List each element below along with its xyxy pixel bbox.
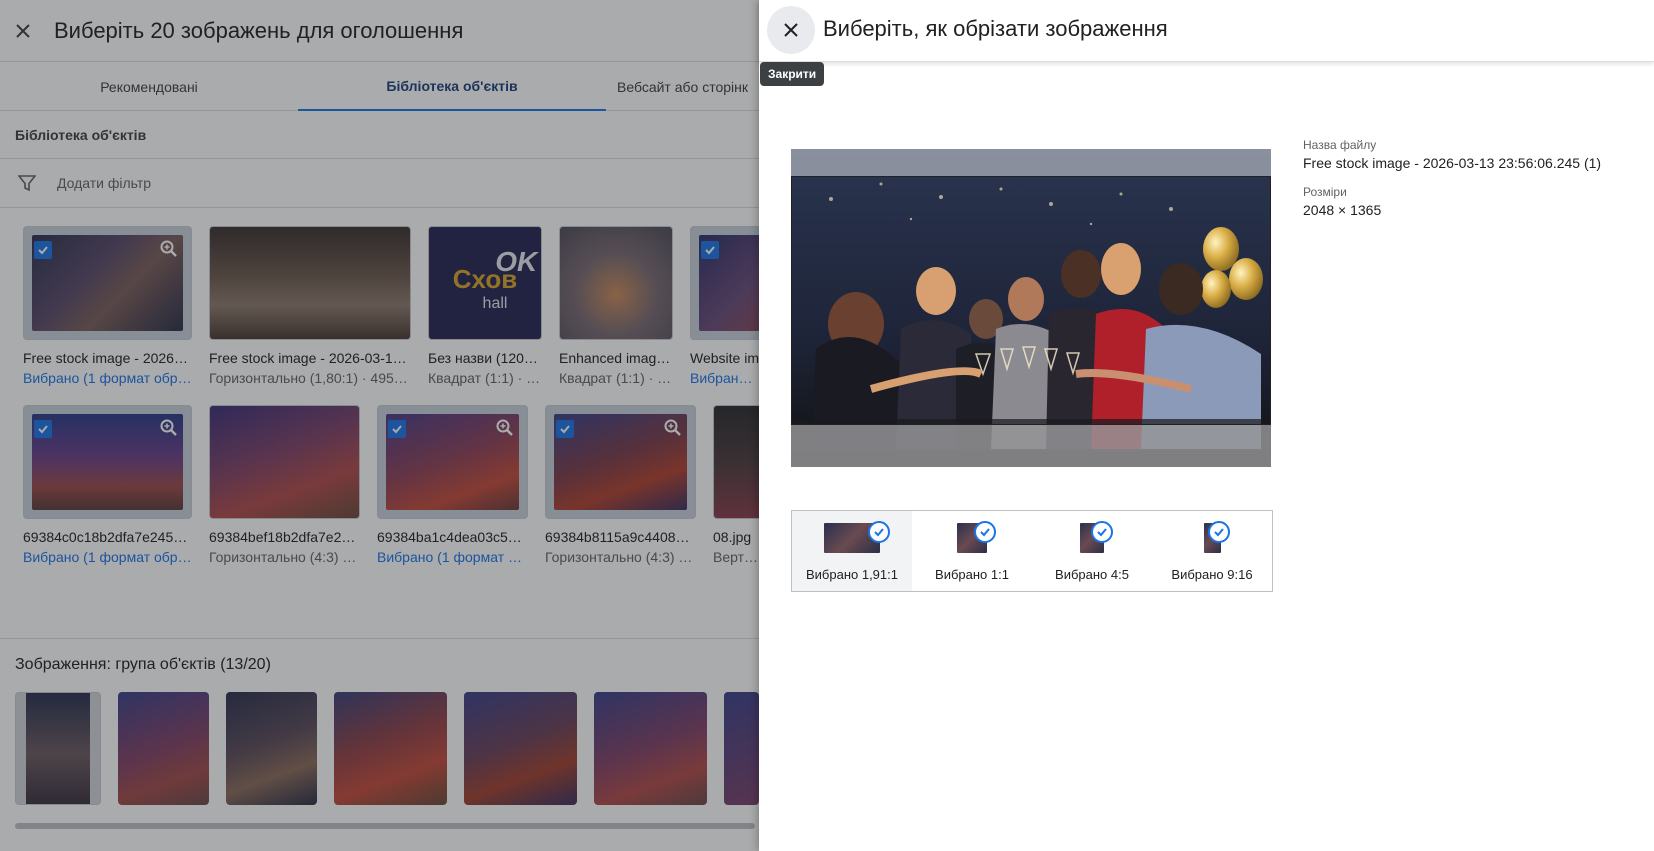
modal-scrim (0, 0, 759, 851)
file-name: Free stock image - 2026-03-13 23:56:06.2… (1303, 155, 1602, 171)
format-option-1-91-1[interactable]: Вибрано 1,91:1 (792, 511, 912, 591)
close-button[interactable] (767, 6, 815, 54)
dimensions-label: Розміри (1303, 185, 1347, 199)
format-option-4-5[interactable]: Вибрано 4:5 (1032, 511, 1152, 591)
close-tooltip: Закрити (760, 62, 825, 86)
dialog-header: Виберіть, як обрізати зображення (759, 0, 1654, 62)
format-label: Вибрано 1:1 (935, 567, 1009, 582)
file-name-label: Назва файлу (1303, 138, 1377, 152)
crop-frame[interactable] (791, 176, 1271, 425)
crop-mask-bottom (791, 425, 1271, 467)
crop-dialog: Виберіть, як обрізати зображення Закрити (759, 0, 1654, 851)
format-option-1-1[interactable]: Вибрано 1:1 (912, 511, 1032, 591)
file-info: Назва файлу Free stock image - 2026-03-1… (1303, 138, 1601, 232)
format-label: Вибрано 9:16 (1171, 567, 1253, 582)
crop-preview[interactable] (791, 149, 1271, 467)
dialog-title: Виберіть, як обрізати зображення (823, 16, 1168, 41)
check-circle-icon (974, 521, 996, 543)
format-option-9-16[interactable]: Вибрано 9:16 (1152, 511, 1272, 591)
close-icon (784, 23, 798, 37)
check-circle-icon (1091, 521, 1113, 543)
dimensions-value: 2048 × 1365 (1303, 202, 1382, 218)
check-circle-icon (1208, 521, 1230, 543)
format-label: Вибрано 4:5 (1055, 567, 1129, 582)
check-circle-icon (868, 521, 890, 543)
crop-mask-top (791, 149, 1271, 176)
format-label: Вибрано 1,91:1 (805, 567, 898, 582)
aspect-ratio-selector: Вибрано 1,91:1 Вибрано 1:1 Вибрано 4:5 В… (791, 510, 1273, 592)
